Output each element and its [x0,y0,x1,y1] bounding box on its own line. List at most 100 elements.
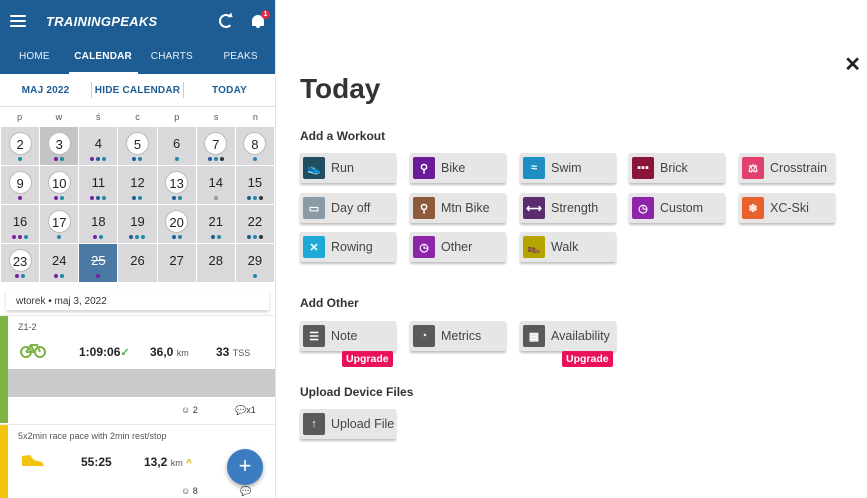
run-icon: 👟 [303,157,325,179]
workout-dot [177,196,182,200]
tab-peaks[interactable]: PEAKS [206,42,275,74]
tile-label: Run [331,161,354,175]
calendar-day[interactable]: 13 [157,166,196,204]
workout-dot [60,274,65,278]
workout-dots [252,157,257,162]
calendar-day[interactable]: 3 [40,127,79,165]
workout-dot [54,157,59,161]
workout-dot [171,235,176,239]
walk-icon: 👞 [523,236,545,258]
calendar-day[interactable]: 6 [157,127,196,165]
workout-dot [174,157,179,161]
distance-unit: km [176,348,189,358]
metrics-icon: ◔ [413,325,435,347]
calendar-day[interactable]: 15 [235,166,274,204]
calendar-day[interactable]: 27 [157,244,196,282]
calendar-day[interactable]: 18 [79,205,118,243]
workout-type-run[interactable]: 👟 Run [300,153,396,183]
tab-charts[interactable]: CHARTS [138,42,207,74]
calendar-day[interactable]: 21 [196,205,235,243]
today-panel: ✕ Today Add a Workout 👟 Run ⚲ Bike ≈ Swim ▪▪▪ B… [276,0,867,498]
refresh-icon[interactable] [219,14,233,28]
workout-type-mtn-bike[interactable]: ⚲ Mtn Bike [410,193,506,223]
calendar-day[interactable]: 14 [196,166,235,204]
day-number: 25 [91,253,106,268]
upload-file-button[interactable]: ↑ Upload File [300,409,396,439]
close-icon[interactable]: ✕ [844,52,861,77]
weekday-header: p w ś c p s n [0,107,275,127]
calendar-day[interactable]: 2 [1,127,40,165]
calendar-day[interactable]: 5 [118,127,157,165]
day-number: 26 [130,253,145,268]
workout-type-other[interactable]: ◷ Other [410,232,506,262]
metrics-button[interactable]: ◔ Metrics [410,321,506,351]
calendar-day[interactable]: 26 [118,244,157,282]
add-fab-button[interactable]: + [227,449,263,485]
calendar-day[interactable]: 16 [1,205,40,243]
tab-home[interactable]: HOME [0,42,69,74]
upgrade-badge[interactable]: Upgrade [342,351,393,367]
today-button[interactable]: TODAY [184,85,275,96]
calendar-day[interactable]: 9 [1,166,40,204]
availability-icon: ▦ [523,325,545,347]
crosstrain-icon: ⚖ [742,157,764,179]
calendar-day[interactable]: 19 [118,205,157,243]
workout-type-swim[interactable]: ≈ Swim [520,153,616,183]
calendar-day[interactable]: 8 [235,127,274,165]
day-number: 19 [130,214,145,229]
menu-icon[interactable] [10,15,26,27]
calendar-day[interactable]: 29 [235,244,274,282]
workout-dot [171,196,176,200]
rowing-icon: ✕ [303,236,325,258]
likes-count[interactable]: ☺ 2 [181,405,198,415]
day-number: 5 [125,132,149,155]
notifications-icon[interactable]: 1 [251,10,270,28]
calendar-day[interactable]: 12 [118,166,157,204]
workout-type-strength[interactable]: ⟷ Strength [520,193,616,223]
workout-distance: 36,0 km [150,345,189,359]
weekday-label: s [213,112,219,122]
calendar-day[interactable]: 25 [79,244,118,282]
workout-type-brick[interactable]: ▪▪▪ Brick [629,153,725,183]
likes-count[interactable]: ☺ 8 [181,486,198,496]
calendar-day[interactable]: 20 [157,205,196,243]
calendar-day[interactable]: 23 [1,244,40,282]
calendar-day[interactable]: 28 [196,244,235,282]
calendar-day[interactable]: 10 [40,166,79,204]
calendar-toolbar: MAJ 2022 HIDE CALENDAR TODAY [0,74,275,107]
tile-label: Swim [551,161,582,175]
workout-card-bike[interactable]: Z1-2 1:09:06✓ 36,0 km 33 TSS ☺ 2 💬x1 [0,315,275,423]
comments-icon[interactable]: 💬 [240,486,251,497]
comments-count[interactable]: 💬x1 [235,405,256,416]
day-number: 27 [169,253,184,268]
calendar-day[interactable]: 11 [79,166,118,204]
workout-type-xc-ski[interactable]: ❄ XC-Ski [739,193,835,223]
day-number: 2 [8,132,32,155]
likes-value: 8 [192,486,198,496]
tile-label: Rowing [331,240,373,254]
tab-calendar[interactable]: CALENDAR [68,42,138,74]
brick-icon: ▪▪▪ [632,157,654,179]
workout-type-crosstrain[interactable]: ⚖ Crosstrain [739,153,835,183]
workout-dot [138,157,143,161]
note-button[interactable]: ☰ Note [300,321,396,351]
workout-type-day-off[interactable]: ▭ Day off [300,193,396,223]
day-number: 12 [130,175,145,190]
workout-dot [252,274,257,278]
hide-calendar-button[interactable]: HIDE CALENDAR [92,85,183,96]
calendar-day[interactable]: 17 [40,205,79,243]
month-selector[interactable]: MAJ 2022 [0,85,91,96]
weekday-label: p [17,112,23,122]
workout-type-bike[interactable]: ⚲ Bike [410,153,506,183]
availability-button[interactable]: ▦ Availability [520,321,616,351]
calendar-day[interactable]: 24 [40,244,79,282]
day-number: 11 [91,175,106,190]
workout-dot [141,235,146,239]
calendar-day[interactable]: 7 [196,127,235,165]
calendar-day[interactable]: 22 [235,205,274,243]
workout-type-walk[interactable]: 👞 Walk [520,232,616,262]
workout-type-custom[interactable]: ◷ Custom [629,193,725,223]
workout-type-rowing[interactable]: ✕ Rowing [300,232,396,262]
upgrade-badge[interactable]: Upgrade [562,351,613,367]
calendar-day[interactable]: 4 [79,127,118,165]
